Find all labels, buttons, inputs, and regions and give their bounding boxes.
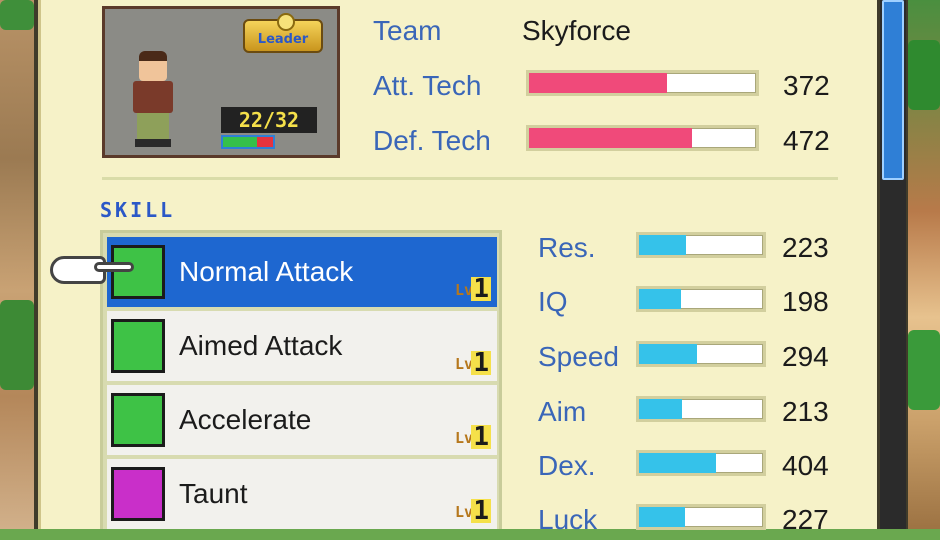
team-row: Team Skyforce	[373, 11, 843, 51]
skill-item-accelerate[interactable]: Accelerate Lv 1	[107, 385, 497, 455]
game-world-right	[908, 0, 940, 529]
ability-label: Dex.	[538, 450, 596, 481]
skill-level-label: Lv	[454, 281, 473, 299]
leader-badge-label: Leader	[257, 32, 309, 47]
team-label: Team	[373, 15, 442, 46]
ability-row-iq: IQ 198	[538, 282, 838, 322]
skill-name: Taunt	[179, 478, 248, 509]
ability-value: 227	[782, 504, 829, 535]
ability-value: 294	[782, 341, 829, 372]
ability-value: 213	[782, 396, 829, 427]
foliage-decoration	[908, 330, 940, 410]
game-world-left	[0, 0, 34, 529]
ability-bar	[636, 450, 766, 476]
aimed-attack-icon	[111, 319, 165, 373]
att-tech-label: Att. Tech	[373, 70, 482, 101]
ability-bar	[636, 396, 766, 422]
att-tech-row: Att. Tech 372	[373, 66, 843, 106]
character-sprite	[127, 51, 179, 147]
skill-level-label: Lv	[454, 503, 473, 521]
skill-name: Normal Attack	[179, 256, 354, 287]
def-tech-value: 472	[783, 125, 830, 156]
def-tech-row: Def. Tech 472	[373, 121, 843, 161]
skill-list: Normal Attack Lv 1 Aimed Attack Lv 1 Acc…	[100, 230, 502, 529]
att-tech-value: 372	[783, 70, 830, 101]
skill-level-value: 1	[471, 496, 491, 526]
skill-level-label: Lv	[454, 355, 473, 373]
skill-level-value: 1	[471, 422, 491, 452]
ability-label: Aim	[538, 396, 587, 427]
def-tech-label: Def. Tech	[373, 125, 491, 156]
accelerate-icon	[111, 393, 165, 447]
section-divider	[102, 177, 838, 180]
hp-counter: 22/32	[221, 107, 317, 133]
ability-row-res: Res. 223	[538, 228, 838, 268]
skill-level-value: 1	[471, 274, 491, 304]
ability-bar	[636, 232, 766, 258]
skill-level-label: Lv	[454, 429, 473, 447]
pointing-hand-cursor-icon	[50, 252, 134, 286]
ability-bar	[636, 286, 766, 312]
skill-item-normal-attack[interactable]: Normal Attack Lv 1	[107, 237, 497, 307]
skill-header: SKILL	[100, 198, 176, 222]
ability-bar	[636, 504, 766, 530]
ability-value: 198	[782, 286, 829, 317]
leader-badge: Leader	[243, 13, 323, 53]
taunt-icon	[111, 467, 165, 521]
foliage-decoration	[0, 0, 34, 30]
ability-label: Luck	[538, 504, 598, 535]
skill-level-value: 1	[471, 348, 491, 378]
hp-bar	[221, 135, 275, 149]
ability-label: Res.	[538, 232, 596, 263]
skill-item-aimed-attack[interactable]: Aimed Attack Lv 1	[107, 311, 497, 381]
skill-name: Accelerate	[179, 404, 312, 435]
def-tech-bar	[526, 125, 759, 151]
ability-value: 404	[782, 450, 829, 481]
ability-label: Speed	[538, 341, 619, 372]
foliage-decoration	[0, 300, 34, 390]
ability-value: 223	[782, 232, 829, 263]
scrollbar-thumb[interactable]	[882, 0, 904, 180]
skill-name: Aimed Attack	[179, 330, 343, 361]
ability-row-aim: Aim 213	[538, 392, 838, 432]
foliage-decoration	[908, 40, 940, 110]
ability-row-dex: Dex. 404	[538, 446, 838, 486]
ability-bar	[636, 341, 766, 367]
ability-row-speed: Speed 294	[538, 337, 838, 377]
ability-row-luck: Luck 227	[538, 500, 838, 540]
crest-icon	[277, 13, 295, 31]
team-value: Skyforce	[522, 15, 631, 46]
att-tech-bar	[526, 70, 759, 96]
character-portrait: Leader 22/32	[102, 6, 340, 158]
skill-item-taunt[interactable]: Taunt Lv 1	[107, 459, 497, 529]
ability-label: IQ	[538, 286, 568, 317]
